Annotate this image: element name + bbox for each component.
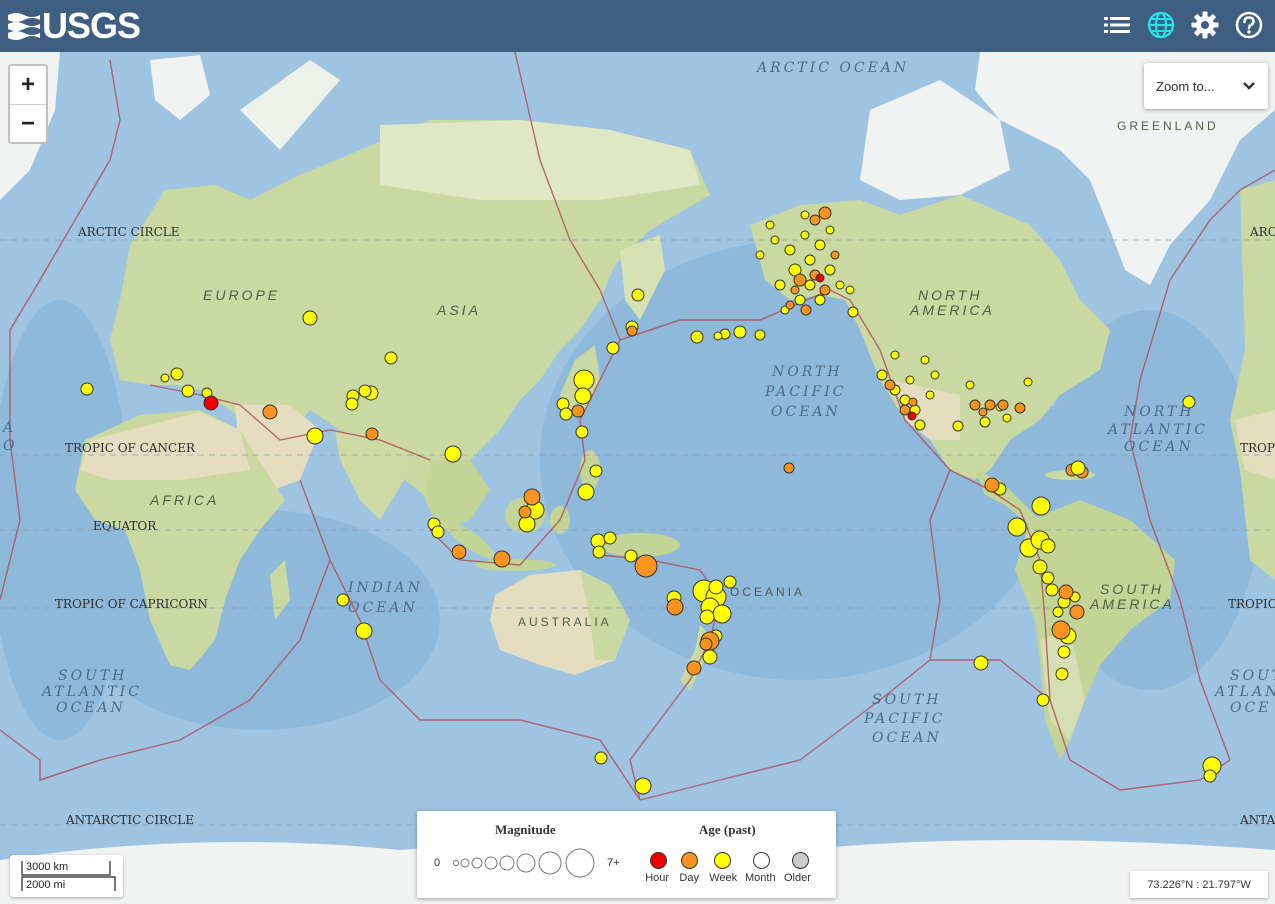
greenland-label: GREENLAND (1117, 119, 1219, 133)
south-atlantic-right-2: ATLAN (1213, 684, 1275, 700)
north-atlantic-label-2: ATLANTIC (1106, 422, 1208, 438)
arctic-circle-label: ARCTIC CIRCLE (77, 225, 180, 239)
logo-text: USGS (42, 5, 141, 46)
arctic-ocean-label: ARCTIC OCEAN (755, 60, 909, 76)
north-pacific-label-1: NORTH (771, 364, 843, 380)
north-america-label-1: NORTH (918, 287, 983, 303)
north-america-label-2: AMERICA (909, 302, 995, 318)
map-canvas[interactable]: ARCTIC OCEAN NORTH PACIFIC OCEAN NORTH A… (0, 52, 1275, 904)
age-label-month: Month (745, 872, 776, 884)
magnitude-scale-icon (453, 848, 595, 878)
age-label-week: Week (709, 872, 738, 884)
earthquake-map[interactable]: ARCTIC OCEAN NORTH PACIFIC OCEAN NORTH A… (0, 52, 1275, 904)
age-swatch-older (792, 852, 809, 869)
zoom-in-button[interactable]: + (10, 66, 46, 105)
age-swatch-week (714, 852, 731, 869)
scale-km-label: 3000 km (26, 861, 69, 873)
south-america-label-2: AMERICA (1089, 596, 1175, 612)
equator-label: EQUATOR (93, 519, 157, 533)
south-pacific-label-3: OCEAN (872, 730, 942, 746)
tropic-cancer-label: TROPIC OF CANCER (65, 441, 196, 455)
age-label-day: Day (679, 872, 699, 884)
arctic-circle-label-right: ARC (1249, 225, 1275, 239)
usgs-logo[interactable]: USGS (8, 5, 141, 46)
header-bar: USGS (0, 0, 1275, 52)
south-atlantic-left-2: ATLANTIC (40, 684, 142, 700)
age-swatch-month (753, 852, 770, 869)
chevron-down-icon (1243, 82, 1255, 90)
magnitude-min: 0 (434, 857, 441, 869)
europe-label: EUROPE (203, 287, 280, 303)
usgs-wave-icon (8, 13, 40, 40)
north-pacific-label-2: PACIFIC (764, 384, 846, 400)
south-pacific-label-1: SOUTH (872, 692, 941, 708)
scale-bar: 3000 km 2000 mi (10, 855, 123, 897)
indian-ocean-label-2: OCEAN (348, 600, 418, 616)
age-title: Age (past) (699, 822, 756, 837)
age-label-older: Older (784, 872, 811, 884)
age-swatch-hour (650, 852, 667, 869)
africa-label: AFRICA (149, 492, 219, 508)
cursor-coordinates: 73.226°N : 21.797°W (1130, 871, 1268, 898)
map-legend: Magnitude Age (past) 0 7+ Hour Day Week Mon… (417, 811, 836, 898)
australia-label: AUSTRALIA (518, 615, 612, 629)
indian-ocean-label-1: INDIAN (347, 580, 423, 596)
asia-label: ASIA (436, 302, 481, 318)
tropic-cancer-label-right: TROPIC (1240, 441, 1275, 455)
north-atlantic-label-1: NORTH (1123, 404, 1195, 420)
north-atlantic-label-3: OCEAN (1124, 439, 1194, 455)
antarctic-circle-label-right: ANTAR (1239, 813, 1275, 827)
south-america-label-1: SOUTH (1100, 581, 1164, 597)
south-atlantic-left-1: SOUTH (58, 668, 127, 684)
south-atlantic-left-3: OCEAN (56, 700, 126, 716)
oceania-label: OCEANIA (730, 585, 805, 599)
magnitude-max: 7+ (607, 857, 620, 869)
tropic-capricorn-label-right: TROPIC (1228, 597, 1275, 611)
age-label-hour: Hour (645, 872, 670, 884)
zoom-to-label: Zoom to... (1156, 78, 1215, 94)
south-atlantic-right-1: SOUT (1230, 668, 1275, 684)
age-swatch-day (681, 852, 698, 869)
zoom-control: + − (8, 64, 48, 144)
north-pacific-label-3: OCEAN (771, 404, 841, 420)
zoom-out-button[interactable]: − (10, 105, 46, 143)
magnitude-title: Magnitude (495, 822, 556, 837)
zoom-to-select[interactable]: Zoom to... (1144, 63, 1268, 109)
help-icon[interactable] (1233, 8, 1265, 42)
left-edge-label-2: O (3, 438, 17, 454)
tropic-capricorn-label: TROPIC OF CAPRICORN (55, 597, 208, 611)
scale-mi-label: 2000 mi (26, 879, 66, 891)
south-atlantic-right-3: OCE (1230, 700, 1271, 716)
gear-icon[interactable] (1189, 8, 1221, 42)
south-pacific-label-2: PACIFIC (863, 711, 945, 727)
list-icon[interactable] (1101, 8, 1133, 42)
left-edge-label-1: A (1, 420, 16, 436)
antarctic-circle-label: ANTARCTIC CIRCLE (65, 813, 194, 827)
globe-icon[interactable] (1145, 8, 1177, 42)
